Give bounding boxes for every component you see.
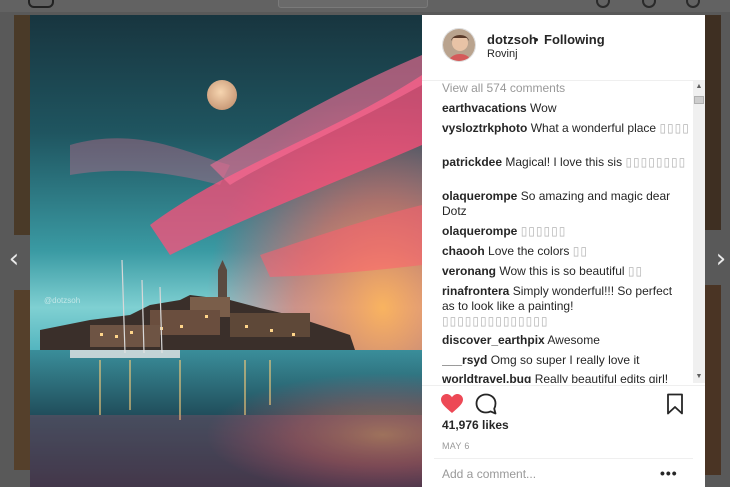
comment-item: worldtravel.bug Really beautiful edits g…	[442, 372, 692, 383]
emoji-placeholder-glyphs: ▯▯▯▯▯▯▯▯	[625, 155, 687, 169]
comment-text: Omg so super I really love it	[490, 353, 640, 367]
post-location[interactable]: Rovinj	[487, 48, 518, 60]
camera-logo-icon	[28, 0, 54, 8]
comment-username[interactable]: discover_earthpix	[442, 333, 545, 347]
comment-username[interactable]: vysloztrkphoto	[442, 121, 527, 135]
background-thumbnail	[14, 290, 30, 470]
comment-item: earthvacations Wow	[442, 101, 692, 115]
comment-item: ___rsyd Omg so super I really love it	[442, 353, 692, 367]
comment-text: Awesome	[547, 333, 600, 347]
comments-list: View all 574 comments earthvacations Wow…	[422, 81, 705, 383]
add-comment-input[interactable]	[442, 467, 642, 481]
comment-username[interactable]: olaquerompe	[442, 189, 517, 203]
comment-username[interactable]: olaquerompe	[442, 224, 517, 238]
bookmark-icon[interactable]	[663, 392, 687, 416]
background-search-box	[278, 0, 428, 8]
avatar-image	[443, 29, 475, 61]
post-date: MAY 6	[442, 441, 470, 451]
comment-item: vysloztrkphoto What a wonderful place ▯▯…	[442, 121, 692, 135]
next-post-arrow-icon[interactable]: ›	[711, 246, 730, 272]
compass-icon	[596, 0, 610, 8]
comment-text: What a wonderful place	[530, 121, 657, 135]
post-photo[interactable]: @dotzsoh	[30, 15, 422, 487]
comment-text: Wow	[530, 101, 557, 115]
comment-item: patrickdee Magical! I love this sis ▯▯▯▯…	[442, 155, 692, 169]
scroll-down-arrow-icon[interactable]: ▼	[693, 371, 705, 383]
previous-post-arrow-icon[interactable]: ‹	[4, 246, 24, 272]
post-photo-image	[30, 15, 422, 487]
add-comment-bar: •••	[434, 458, 693, 487]
background-thumbnail	[705, 285, 721, 475]
view-all-comments-link[interactable]: View all 574 comments	[442, 81, 565, 95]
profile-icon	[686, 0, 700, 8]
comment-username[interactable]: veronang	[442, 264, 496, 278]
following-button[interactable]: Following	[544, 32, 605, 47]
comments-scrollbar[interactable]: ▲ ▼	[693, 81, 705, 383]
comment-item: chaooh Love the colors ▯▯	[442, 244, 692, 258]
comment-text: Magical! I love this sis	[505, 155, 623, 169]
comment-bubble-icon[interactable]	[474, 392, 498, 416]
background-top-bar	[0, 0, 730, 12]
scroll-up-arrow-icon[interactable]: ▲	[693, 81, 705, 93]
emoji-placeholder-glyphs: ▯▯▯▯▯▯	[520, 224, 567, 238]
more-options-icon[interactable]: •••	[660, 465, 678, 481]
emoji-placeholder-glyphs: ▯▯▯▯▯▯▯▯▯▯▯▯▯▯	[442, 314, 549, 328]
post-actions-bar	[422, 385, 705, 419]
emoji-placeholder-glyphs: ▯▯	[572, 244, 588, 258]
comment-text: Wow this is so beautiful	[499, 264, 625, 278]
comment-username[interactable]: worldtravel.bug	[442, 372, 531, 383]
comment-item: olaquerompe ▯▯▯▯▯▯	[442, 224, 692, 238]
separator-dot: •	[534, 32, 539, 47]
comment-item: rinafrontera Simply wonderful!!! So perf…	[442, 284, 674, 329]
background-thumbnail	[705, 15, 721, 230]
comment-username[interactable]: ___rsyd	[442, 353, 487, 367]
comment-text: Really beautiful edits girl!	[534, 372, 669, 383]
scrollbar-thumb[interactable]	[694, 96, 704, 104]
avatar[interactable]	[442, 28, 476, 62]
post-side-panel: dotzsoh • Following Rovinj View all 574 …	[422, 15, 705, 487]
post-header: dotzsoh • Following Rovinj	[422, 15, 705, 81]
comment-username[interactable]: rinafrontera	[442, 284, 509, 298]
like-heart-icon[interactable]	[440, 392, 464, 416]
comment-item: olaquerompe So amazing and magic dear Do…	[442, 189, 674, 219]
comment-item: veronang Wow this is so beautiful ▯▯	[442, 264, 692, 278]
background-thumbnail	[14, 15, 30, 235]
comment-username[interactable]: patrickdee	[442, 155, 502, 169]
heart-outline-icon	[642, 0, 656, 8]
likes-count[interactable]: 41,976 likes	[442, 418, 509, 432]
emoji-placeholder-glyphs: ▯▯	[627, 264, 644, 278]
comment-item: discover_earthpix Awesome	[442, 333, 692, 347]
comment-username[interactable]: chaooh	[442, 244, 485, 258]
photo-watermark: @dotzsoh	[44, 296, 81, 305]
comment-text: Love the colors	[488, 244, 570, 258]
post-modal: @dotzsoh dotzsoh • Following Rovinj View…	[30, 15, 705, 487]
comment-username[interactable]: earthvacations	[442, 101, 527, 115]
post-username[interactable]: dotzsoh	[487, 32, 537, 47]
emoji-placeholder-glyphs: ▯▯▯▯	[659, 121, 690, 135]
